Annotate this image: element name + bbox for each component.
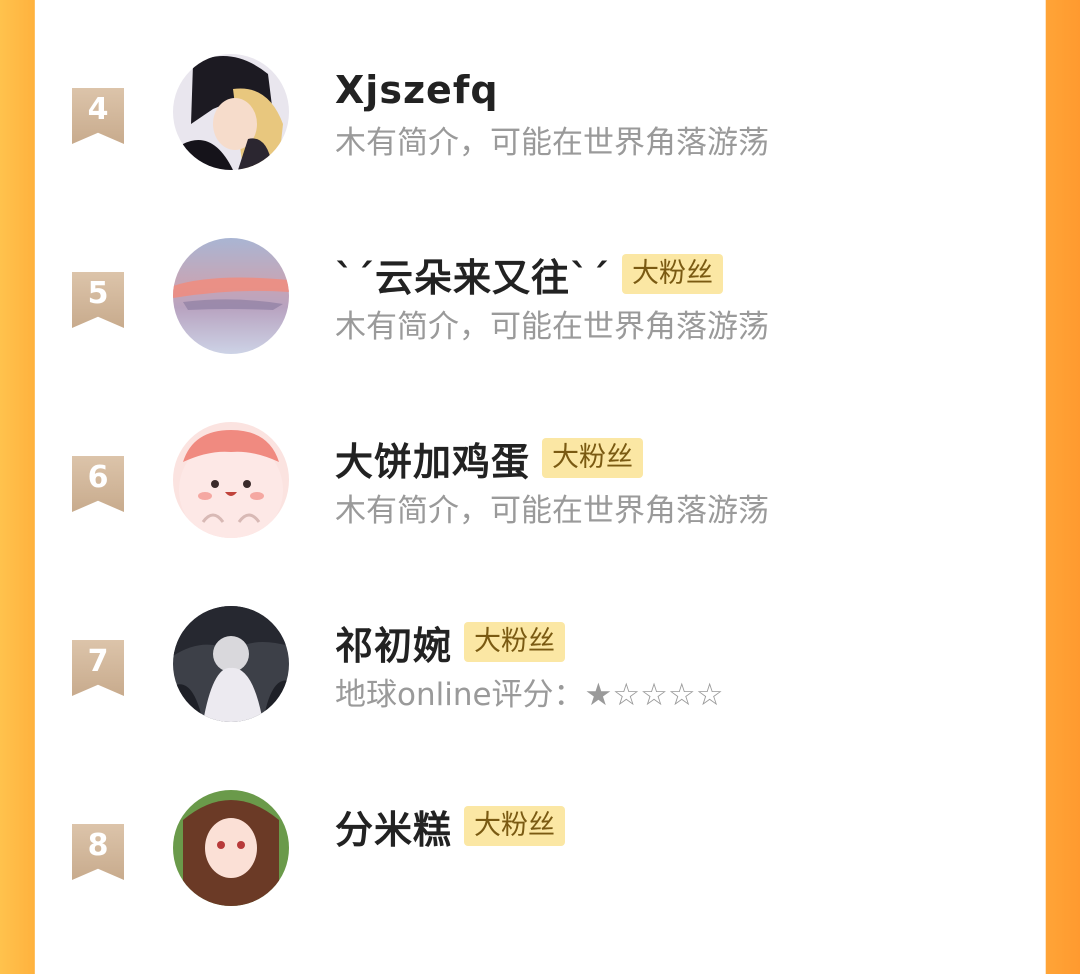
rank-badge: 5 <box>72 272 124 328</box>
rank-badge: 4 <box>72 88 124 144</box>
list-item[interactable]: 5 ˋˊ云朵来又往ˋˊ 大粉丝 木有简介，可能在世界角落游荡 <box>35 238 1045 422</box>
name-line: 祁初婉 大粉丝 <box>335 612 566 672</box>
avatar[interactable] <box>173 790 289 906</box>
rank-badge: 8 <box>72 824 124 880</box>
big-fan-badge: 大粉丝 <box>464 622 566 662</box>
name-line: 大饼加鸡蛋 大粉丝 <box>335 428 644 488</box>
anime-girl-avatar-image <box>173 790 289 906</box>
list-item[interactable]: 7 祁初婉 大粉丝 地球online评分：★☆☆☆☆ <box>35 606 1045 790</box>
user-name[interactable]: Xjszefq <box>335 68 499 112</box>
name-line: Xjszefq <box>335 60 499 120</box>
rank-badge: 6 <box>72 456 124 512</box>
avatar[interactable] <box>173 238 289 354</box>
big-fan-badge: 大粉丝 <box>464 806 566 846</box>
list-item[interactable]: 8 分米糕 大粉丝 <box>35 790 1045 974</box>
user-description: 木有简介，可能在世界角落游荡 <box>335 493 769 529</box>
user-name[interactable]: 祁初婉 <box>335 615 452 670</box>
user-name[interactable]: ˋˊ云朵来又往ˋˊ <box>335 247 610 302</box>
avatar[interactable] <box>173 606 289 722</box>
name-line: ˋˊ云朵来又往ˋˊ 大粉丝 <box>335 244 724 304</box>
pink-blob-avatar-image <box>173 422 289 538</box>
avatar[interactable] <box>173 422 289 538</box>
ranking-list-panel: 4 Xjszefq 木有简介，可能在世界角落游荡 5 ˋˊ云朵来又往ˋˊ 大粉丝… <box>35 0 1045 906</box>
name-line: 分米糕 大粉丝 <box>335 796 566 856</box>
list-item[interactable]: 6 大饼加鸡蛋 大粉丝 木有简介，可能在世界角落游荡 <box>35 422 1045 606</box>
user-description: 地球online评分：★☆☆☆☆ <box>335 677 724 713</box>
user-description: 木有简介，可能在世界角落游荡 <box>335 309 769 345</box>
dark-girl-avatar-image <box>173 606 289 722</box>
list-item[interactable]: 4 Xjszefq 木有简介，可能在世界角落游荡 <box>35 54 1045 238</box>
user-description: 木有简介，可能在世界角落游荡 <box>335 125 769 161</box>
rank-badge: 7 <box>72 640 124 696</box>
sunset-sky-avatar-image <box>173 238 289 354</box>
big-fan-badge: 大粉丝 <box>622 254 724 294</box>
user-name[interactable]: 大饼加鸡蛋 <box>335 431 530 486</box>
big-fan-badge: 大粉丝 <box>542 438 644 478</box>
anime-couple-avatar-image <box>173 54 289 170</box>
avatar[interactable] <box>173 54 289 170</box>
user-name[interactable]: 分米糕 <box>335 799 452 854</box>
